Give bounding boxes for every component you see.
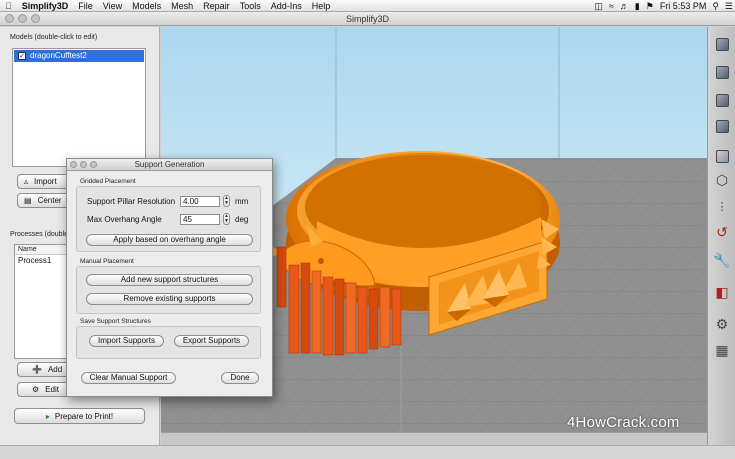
cross-section-icon[interactable]: ◧	[713, 283, 731, 301]
wireframe-icon[interactable]: ⬡	[713, 171, 731, 189]
menu-models[interactable]: Models	[127, 0, 166, 12]
menu-app-name[interactable]: Simplify3D	[17, 0, 74, 12]
dropbox-icon[interactable]: ◫	[594, 0, 603, 12]
wrench-icon[interactable]: 🔧	[713, 251, 731, 269]
support-generation-dialog: Support Generation Gridded Placement Sup…	[66, 158, 273, 397]
gear-icon[interactable]: ⚙	[713, 315, 731, 333]
points-icon[interactable]: ⋮	[713, 197, 731, 215]
model-visible-checkbox[interactable]: ✓	[18, 52, 26, 60]
axes-icon[interactable]: ↺	[713, 223, 731, 241]
model-item[interactable]: ✓ dragonCufftest2	[14, 50, 144, 62]
window-title: Simplify3D	[345, 14, 389, 24]
minimize-icon[interactable]	[18, 14, 27, 23]
model-item-label: dragonCufftest2	[30, 51, 87, 60]
front-view-icon[interactable]	[713, 63, 731, 81]
pillar-resolution-stepper[interactable]: ▲ ▼	[223, 195, 230, 207]
window-titlebar: Simplify3D	[0, 12, 735, 26]
zoom-icon[interactable]	[31, 14, 40, 23]
pillar-resolution-unit: mm	[235, 197, 249, 206]
print-icon: ▸	[45, 411, 50, 421]
pillar-resolution-input[interactable]	[180, 196, 220, 207]
solid-view-icon[interactable]	[713, 147, 731, 165]
done-button[interactable]: Done	[221, 372, 259, 384]
add-process-label: Add	[47, 365, 63, 374]
view-toolbar: ⬡ ⋮ ↺ 🔧 ◧ ⚙ ▦	[707, 27, 735, 445]
menu-clock[interactable]: Fri 5:53 PM	[660, 0, 707, 12]
apply-overhang-button[interactable]: Apply based on overhang angle	[86, 234, 253, 246]
spotlight-icon[interactable]: ⚲	[712, 0, 719, 12]
side-view-icon[interactable]	[713, 117, 731, 135]
dialog-close-icon[interactable]	[70, 161, 77, 168]
menu-add-ins[interactable]: Add-Ins	[266, 0, 307, 12]
menu-mesh[interactable]: Mesh	[166, 0, 198, 12]
list-icon[interactable]: ☰	[725, 0, 733, 12]
top-view-icon[interactable]	[713, 91, 731, 109]
processes-label: Processes (double	[10, 231, 68, 238]
dialog-minimize-icon[interactable]	[80, 161, 87, 168]
add-supports-button[interactable]: Add new support structures	[86, 274, 253, 286]
app-window:  Simplify3D File View Models Mesh Repai…	[0, 0, 735, 459]
add-icon: ➕	[32, 365, 42, 374]
menu-repair[interactable]: Repair	[198, 0, 235, 12]
bin-icon[interactable]: ▦	[713, 341, 731, 359]
menu-help[interactable]: Help	[307, 0, 336, 12]
edit-gear-icon: ⚙	[32, 385, 40, 394]
apple-icon[interactable]: 	[0, 0, 17, 12]
menu-view[interactable]: View	[98, 0, 127, 12]
center-icon: ▤	[24, 196, 32, 205]
max-overhang-input[interactable]	[180, 214, 220, 225]
status-bar	[161, 432, 707, 445]
close-icon[interactable]	[5, 14, 14, 23]
menu-tools[interactable]: Tools	[235, 0, 266, 12]
remove-supports-button[interactable]: Remove existing supports	[86, 293, 253, 305]
iso-view-icon[interactable]	[713, 35, 731, 53]
menu-file[interactable]: File	[73, 0, 98, 12]
flag-icon[interactable]: ⚑	[646, 0, 654, 12]
import-icon: ▵	[24, 177, 29, 186]
export-supports-button[interactable]: Export Supports	[174, 335, 249, 347]
dialog-title: Support Generation	[134, 160, 205, 169]
import-supports-button[interactable]: Import Supports	[89, 335, 164, 347]
import-model-label: Import	[34, 177, 57, 186]
max-overhang-stepper[interactable]: ▲ ▼	[223, 213, 230, 225]
center-model-label: Center	[37, 196, 62, 205]
edit-process-label: Edit	[45, 385, 59, 394]
clear-manual-support-button[interactable]: Clear Manual Support	[81, 372, 176, 384]
traffic-lights	[5, 14, 44, 23]
dialog-traffic-lights	[70, 161, 100, 168]
prepare-to-print-label: Prepare to Print!	[54, 411, 114, 421]
max-overhang-unit: deg	[235, 215, 249, 224]
wifi-icon[interactable]: ≈	[609, 0, 614, 12]
watermark-text: 4HowCrack.com	[567, 414, 680, 431]
models-label: Models (double-click to edit)	[10, 34, 98, 41]
pillar-resolution-label: Support Pillar Resolution	[87, 197, 176, 206]
bottom-bar	[0, 445, 735, 459]
prepare-to-print-button[interactable]: ▸ Prepare to Print!	[14, 408, 145, 424]
manual-placement-label: Manual Placement	[80, 258, 134, 265]
models-list[interactable]: ✓ dragonCufftest2	[12, 48, 146, 167]
volume-icon[interactable]: ♬	[620, 0, 629, 12]
dialog-zoom-icon[interactable]	[90, 161, 97, 168]
save-supports-label: Save Support Structures	[80, 318, 151, 325]
dialog-titlebar: Support Generation	[67, 159, 272, 171]
menu-bar:  Simplify3D File View Models Mesh Repai…	[0, 0, 735, 12]
battery-icon[interactable]: ▮	[635, 0, 640, 12]
max-overhang-label: Max Overhang Angle	[87, 215, 162, 224]
gridded-placement-label: Gridded Placement	[80, 178, 136, 185]
